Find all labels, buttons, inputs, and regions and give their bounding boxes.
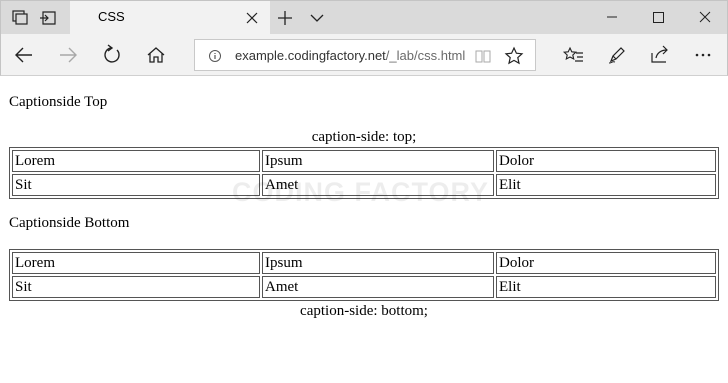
active-tab[interactable]: CSS [70,1,270,35]
tab-actions-icon[interactable] [7,7,31,29]
close-icon[interactable] [244,10,260,26]
table-cell: Dolor [496,252,716,274]
url-host: example.codingfactory.net [235,48,386,63]
share-icon[interactable] [645,41,675,69]
more-icon[interactable] [688,41,718,69]
star-icon[interactable] [504,46,524,66]
chevron-down-icon[interactable] [305,7,329,29]
caption-bottom: caption-side: bottom; [300,303,428,319]
forward-arrow-icon[interactable] [53,41,83,69]
table-cell: Lorem [12,150,260,172]
table-caption-bottom: caption-side: bottom; Lorem Ipsum Dolor … [9,249,719,321]
caption-top: caption-side: top; [311,129,417,145]
tab-bar: CSS [0,0,728,35]
table-cell: Sit [12,174,260,196]
maximize-icon[interactable] [635,1,681,35]
table-row: Sit Amet Elit [12,174,716,196]
set-tabs-aside-icon[interactable] [37,7,61,29]
url-path: /_lab/css.html [385,48,466,63]
favorites-hub-icon[interactable] [559,41,589,69]
book-icon[interactable] [474,47,492,65]
table-cell: Amet [262,276,494,298]
browser-toolbar: example.codingfactory.net/_lab/css.html [0,34,728,76]
heading-caption-bottom: Captionside Bottom [9,215,130,231]
table-cell: Ipsum [262,150,494,172]
table-cell: Elit [496,276,716,298]
plus-icon[interactable] [273,7,297,29]
info-icon[interactable] [208,49,222,63]
table-cell: Lorem [12,252,260,274]
table-cell: Sit [12,276,260,298]
tab-title: CSS [98,9,125,24]
table-cell: Dolor [496,150,716,172]
minimize-icon[interactable] [589,1,635,35]
home-icon[interactable] [141,41,171,69]
close-icon[interactable] [682,1,728,35]
table-row: Lorem Ipsum Dolor [12,150,716,172]
address-bar[interactable]: example.codingfactory.net/_lab/css.html [194,39,536,71]
pen-icon[interactable] [602,41,632,69]
refresh-icon[interactable] [97,41,127,69]
table-cell: Ipsum [262,252,494,274]
back-arrow-icon[interactable] [9,41,39,69]
heading-caption-top: Captionside Top [9,94,108,110]
table-caption-top: caption-side: top; Lorem Ipsum Dolor Sit… [9,127,719,199]
page-content: Captionside Top caption-side: top; Lorem… [0,77,728,383]
url-text: example.codingfactory.net/_lab/css.html [235,48,465,63]
table-row: Sit Amet Elit [12,276,716,298]
table-cell: Elit [496,174,716,196]
table-row: Lorem Ipsum Dolor [12,252,716,274]
table-cell: Amet [262,174,494,196]
